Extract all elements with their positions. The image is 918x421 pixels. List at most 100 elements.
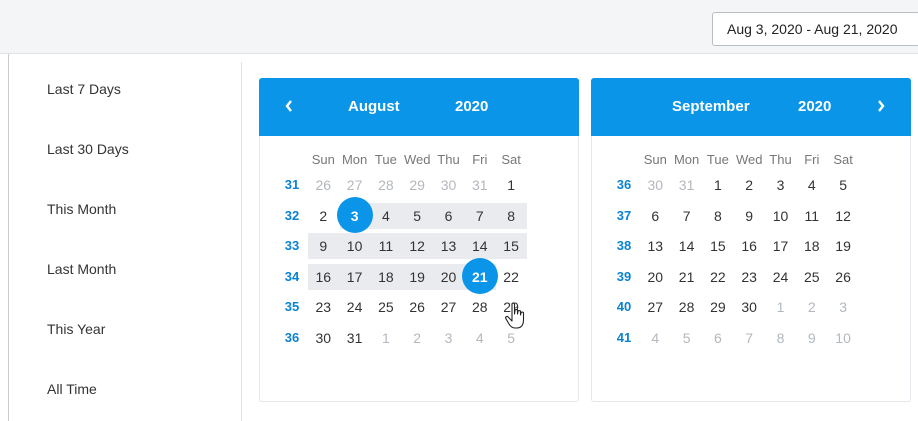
preset-this-month[interactable]: This Month bbox=[47, 201, 116, 217]
day-cell[interactable]: 8 bbox=[766, 325, 796, 351]
day-cell[interactable]: 2 bbox=[402, 325, 432, 351]
day-cell[interactable]: 26 bbox=[402, 294, 432, 320]
selected-day-cell[interactable]: 21 bbox=[465, 264, 495, 290]
day-cell[interactable]: 28 bbox=[371, 172, 401, 198]
year-label[interactable]: 2020 bbox=[798, 98, 831, 115]
day-cell[interactable]: 11 bbox=[797, 203, 827, 229]
day-cell[interactable]: 28 bbox=[465, 294, 495, 320]
day-cell[interactable]: 9 bbox=[308, 233, 338, 259]
day-cell[interactable]: 25 bbox=[797, 264, 827, 290]
day-cell[interactable]: 15 bbox=[703, 233, 733, 259]
day-cell[interactable]: 19 bbox=[828, 233, 858, 259]
day-cell[interactable]: 20 bbox=[640, 264, 670, 290]
day-cell[interactable]: 14 bbox=[465, 233, 495, 259]
day-cell[interactable]: 17 bbox=[766, 233, 796, 259]
day-cell[interactable]: 13 bbox=[434, 233, 464, 259]
day-cell[interactable]: 1 bbox=[496, 172, 526, 198]
day-cell[interactable]: 5 bbox=[828, 172, 858, 198]
day-cell[interactable]: 17 bbox=[340, 264, 370, 290]
month-label[interactable]: September bbox=[672, 98, 750, 115]
day-cell[interactable]: 16 bbox=[734, 233, 764, 259]
day-cell[interactable]: 8 bbox=[703, 203, 733, 229]
day-cell[interactable]: 12 bbox=[828, 203, 858, 229]
day-cell[interactable]: 12 bbox=[402, 233, 432, 259]
preset-last-30-days[interactable]: Last 30 Days bbox=[47, 141, 129, 157]
day-cell[interactable]: 3 bbox=[766, 172, 796, 198]
day-cell[interactable]: 31 bbox=[465, 172, 495, 198]
day-cell[interactable]: 30 bbox=[640, 172, 670, 198]
weekday-tue: Tue bbox=[374, 152, 397, 167]
day-cell[interactable]: 29 bbox=[703, 294, 733, 320]
day-cell[interactable]: 30 bbox=[734, 294, 764, 320]
day-cell[interactable]: 1 bbox=[371, 325, 401, 351]
day-cell[interactable]: 3 bbox=[434, 325, 464, 351]
day-cell[interactable]: 30 bbox=[434, 172, 464, 198]
day-cell[interactable]: 4 bbox=[797, 172, 827, 198]
day-cell[interactable]: 23 bbox=[734, 264, 764, 290]
prev-month-button[interactable] bbox=[279, 94, 299, 118]
day-cell[interactable]: 10 bbox=[340, 233, 370, 259]
preset-last-month[interactable]: Last Month bbox=[47, 261, 116, 277]
day-cell[interactable]: 9 bbox=[797, 325, 827, 351]
day-cell[interactable]: 7 bbox=[465, 203, 495, 229]
day-cell[interactable]: 18 bbox=[797, 233, 827, 259]
day-cell[interactable]: 4 bbox=[640, 325, 670, 351]
week-number: 40 bbox=[616, 299, 632, 314]
selected-day-cell[interactable]: 3 bbox=[340, 203, 370, 229]
day-cell[interactable]: 25 bbox=[371, 294, 401, 320]
day-cell[interactable]: 24 bbox=[340, 294, 370, 320]
day-cell[interactable]: 30 bbox=[308, 325, 338, 351]
day-cell[interactable]: 31 bbox=[672, 172, 702, 198]
day-cell[interactable]: 1 bbox=[766, 294, 796, 320]
day-cell[interactable]: 14 bbox=[672, 233, 702, 259]
day-cell[interactable]: 29 bbox=[402, 172, 432, 198]
preset-this-year[interactable]: This Year bbox=[47, 321, 105, 337]
day-cell[interactable]: 16 bbox=[308, 264, 338, 290]
day-cell[interactable]: 2 bbox=[308, 203, 338, 229]
day-cell[interactable]: 5 bbox=[402, 203, 432, 229]
day-cell[interactable]: 7 bbox=[734, 325, 764, 351]
day-cell[interactable]: 31 bbox=[340, 325, 370, 351]
day-cell[interactable]: 10 bbox=[828, 325, 858, 351]
day-cell[interactable]: 5 bbox=[672, 325, 702, 351]
year-label[interactable]: 2020 bbox=[455, 98, 488, 115]
next-month-button[interactable] bbox=[871, 94, 891, 118]
weekday-mon: Mon bbox=[673, 152, 700, 167]
day-cell[interactable]: 1 bbox=[703, 172, 733, 198]
preset-all-time[interactable]: All Time bbox=[47, 381, 97, 397]
month-label[interactable]: August bbox=[348, 98, 400, 115]
day-cell[interactable]: 9 bbox=[734, 203, 764, 229]
day-cell[interactable]: 2 bbox=[734, 172, 764, 198]
day-cell[interactable]: 23 bbox=[308, 294, 338, 320]
day-cell[interactable]: 26 bbox=[308, 172, 338, 198]
day-cell[interactable]: 22 bbox=[496, 264, 526, 290]
day-cell[interactable]: 2 bbox=[797, 294, 827, 320]
day-cell[interactable]: 4 bbox=[465, 325, 495, 351]
day-cell[interactable]: 19 bbox=[402, 264, 432, 290]
day-cell[interactable]: 21 bbox=[672, 264, 702, 290]
day-cell[interactable]: 27 bbox=[434, 294, 464, 320]
preset-last-7-days[interactable]: Last 7 Days bbox=[47, 81, 121, 97]
day-cell[interactable]: 7 bbox=[672, 203, 702, 229]
day-cell[interactable]: 3 bbox=[828, 294, 858, 320]
day-cell[interactable]: 8 bbox=[496, 203, 526, 229]
day-cell[interactable]: 10 bbox=[766, 203, 796, 229]
day-cell[interactable]: 15 bbox=[496, 233, 526, 259]
day-cell[interactable]: 28 bbox=[672, 294, 702, 320]
day-cell[interactable]: 24 bbox=[766, 264, 796, 290]
date-range-input[interactable]: Aug 3, 2020 - Aug 21, 2020 bbox=[712, 12, 918, 46]
day-cell[interactable]: 18 bbox=[371, 264, 401, 290]
day-cell[interactable]: 6 bbox=[434, 203, 464, 229]
day-cell[interactable]: 26 bbox=[828, 264, 858, 290]
week-number: 36 bbox=[616, 177, 632, 192]
day-cell[interactable]: 6 bbox=[703, 325, 733, 351]
day-cell[interactable]: 27 bbox=[640, 294, 670, 320]
day-cell[interactable]: 27 bbox=[340, 172, 370, 198]
weekday-header-row: Sun Mon Tue Wed Thu Fri Sat bbox=[592, 147, 912, 173]
day-cell[interactable]: 4 bbox=[371, 203, 401, 229]
day-cell[interactable]: 20 bbox=[434, 264, 464, 290]
day-cell[interactable]: 11 bbox=[371, 233, 401, 259]
day-cell[interactable]: 6 bbox=[640, 203, 670, 229]
day-cell[interactable]: 13 bbox=[640, 233, 670, 259]
day-cell[interactable]: 22 bbox=[703, 264, 733, 290]
